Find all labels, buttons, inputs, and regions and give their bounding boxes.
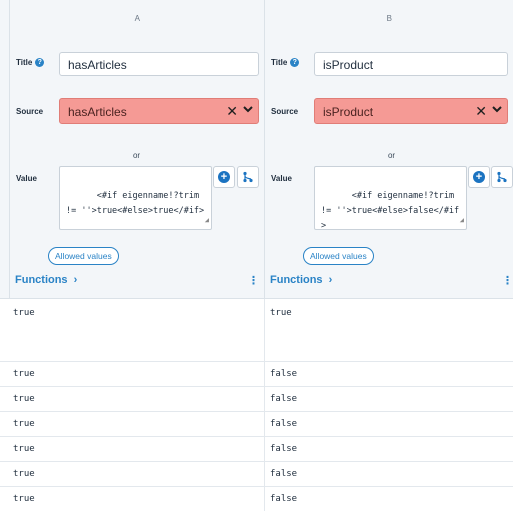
title-label: Title?: [271, 58, 300, 68]
source-label: Source: [271, 107, 299, 116]
value-label: Value: [271, 174, 292, 183]
close-icon[interactable]: ✕: [226, 103, 238, 120]
resize-grip-icon[interactable]: ◢: [205, 213, 209, 228]
plus-circle-icon: +: [473, 171, 485, 183]
value-textarea[interactable]: <#if eigenname!?trim != ''>true<#else>tr…: [59, 166, 212, 230]
value-text: <#if eigenname!?trim != ''>true<#else>tr…: [66, 191, 205, 216]
column-b: B Title? isProduct Source isProduct ✕ or…: [264, 0, 513, 298]
chevron-down-icon[interactable]: [243, 103, 253, 117]
cell-a: true: [13, 469, 35, 479]
table-row: true false: [0, 437, 513, 462]
cell-b: false: [264, 387, 513, 411]
title-label-text: Title: [271, 58, 288, 67]
column-header: B: [386, 14, 393, 23]
table-row: true false: [0, 362, 513, 387]
cell-b: false: [264, 362, 513, 386]
functions-link[interactable]: Functions ›: [15, 274, 77, 286]
cell-a: true: [13, 494, 35, 504]
chevron-right-icon: ›: [70, 274, 78, 286]
source-select-value: isProduct: [323, 105, 374, 119]
title-label-text: Title: [16, 58, 33, 67]
branch-icon: [497, 171, 507, 183]
column-a: A Title? hasArticles Source hasArticles …: [9, 0, 265, 298]
or-label: or: [387, 151, 396, 160]
cell-a: true: [13, 369, 35, 379]
title-input[interactable]: isProduct: [314, 52, 508, 76]
allowed-values-button[interactable]: Allowed values: [48, 247, 119, 265]
insert-variable-button[interactable]: +: [468, 166, 490, 188]
column-header: A: [134, 14, 141, 23]
close-icon[interactable]: ✕: [475, 103, 487, 120]
source-select-value: hasArticles: [68, 105, 127, 119]
plus-circle-icon: +: [218, 171, 230, 183]
kebab-menu-icon[interactable]: ⋮: [502, 274, 513, 287]
cell-a: true: [13, 394, 35, 404]
cell-b: false: [264, 437, 513, 461]
cell-a: true: [13, 419, 35, 429]
allowed-values-button[interactable]: Allowed values: [303, 247, 374, 265]
functions-label: Functions: [270, 274, 323, 286]
cell-b: true: [264, 299, 513, 361]
help-circle-icon[interactable]: ?: [35, 58, 45, 68]
source-select[interactable]: hasArticles ✕: [59, 98, 259, 124]
cell-a: true: [13, 444, 35, 454]
cell-b: false: [264, 412, 513, 436]
value-textarea[interactable]: <#if eigenname!?trim != ''>true<#else>fa…: [314, 166, 467, 231]
chevron-right-icon: ›: [325, 274, 333, 286]
source-label: Source: [16, 107, 44, 116]
insert-variable-button[interactable]: +: [213, 166, 235, 188]
table-row: true false: [0, 387, 513, 412]
branch-button[interactable]: [491, 166, 513, 188]
cell-a: true: [13, 308, 35, 318]
mapping-config-panel: A Title? hasArticles Source hasArticles …: [0, 0, 513, 299]
help-circle-icon[interactable]: ?: [290, 58, 300, 68]
title-label: Title?: [16, 58, 45, 68]
table-row: true false: [0, 487, 513, 511]
cell-b: false: [264, 462, 513, 486]
title-input[interactable]: hasArticles: [59, 52, 259, 76]
table-row: true false: [0, 412, 513, 437]
functions-label: Functions: [15, 274, 68, 286]
table-row: true false: [0, 462, 513, 487]
resize-grip-icon[interactable]: ◢: [460, 213, 464, 228]
table-row: true true: [0, 299, 513, 362]
cell-b: false: [264, 487, 513, 511]
source-select[interactable]: isProduct ✕: [314, 98, 508, 124]
or-label: or: [132, 151, 141, 160]
value-label: Value: [16, 174, 37, 183]
kebab-menu-icon[interactable]: ⋮: [248, 274, 259, 287]
branch-button[interactable]: [237, 166, 259, 188]
value-text: <#if eigenname!?trim != ''>true<#else>fa…: [321, 191, 460, 231]
functions-link[interactable]: Functions ›: [270, 274, 332, 286]
branch-icon: [243, 171, 253, 183]
chevron-down-icon[interactable]: [492, 103, 502, 117]
